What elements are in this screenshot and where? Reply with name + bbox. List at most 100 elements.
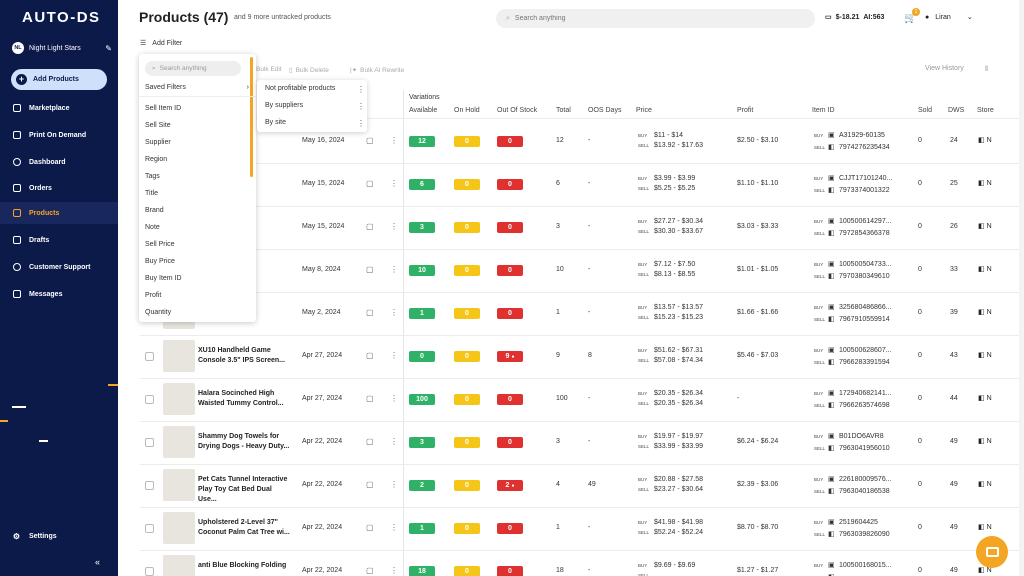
add-filter-button[interactable]: ☰ Add Filter [140,39,182,48]
product-thumbnail[interactable] [163,555,195,576]
note-icon[interactable]: ▢ [366,179,374,188]
bulk-ai-rewrite-button[interactable]: |✦ Bulk AI Rewrite [350,66,404,75]
sell-item-id[interactable]: 7970380349610 [839,273,890,280]
sidebar-item-dashboard[interactable]: Dashboard [0,151,118,173]
row-checkbox[interactable] [145,438,154,447]
filter-option[interactable]: Sell Site [145,122,171,129]
sell-item-id[interactable]: 7963040186538 [839,488,890,495]
filter-option[interactable]: Quantity [145,309,171,316]
global-search[interactable]: ⌕ [496,9,815,28]
row-checkbox[interactable] [145,395,154,404]
buy-item-id[interactable]: 325680486866... [839,304,892,311]
note-icon[interactable]: ▢ [366,351,374,360]
saved-filter-item[interactable]: Not profitable products [265,85,335,92]
more-icon[interactable]: ⋮ [390,308,398,317]
bulk-edit-button[interactable]: Bulk Edit [256,66,282,73]
note-icon[interactable]: ▢ [366,265,374,274]
table-row[interactable]: Pet Cats Tunnel Interactive Play Toy Cat… [140,464,1024,507]
col-oos-days[interactable]: OOS Days [588,107,621,114]
saved-filters-item[interactable]: Saved Filters › [145,84,249,91]
note-icon[interactable]: ▢ [366,308,374,317]
note-icon[interactable]: ▢ [366,523,374,532]
buy-item-id[interactable]: 172940682141... [839,390,892,397]
page-scrollbar[interactable] [1019,0,1024,576]
col-item-id[interactable]: Item ID [812,107,835,114]
product-name[interactable]: Shammy Dog Towels for Drying Dogs - Heav… [198,432,292,452]
sell-item-id[interactable]: 7974276235434 [839,144,890,151]
more-icon[interactable]: ⋮ [390,265,398,274]
table-row[interactable]: Upholstered 2-Level 37" Coconut Palm Cat… [140,507,1024,550]
user-menu[interactable]: ● Liran ⌄ [925,13,973,22]
note-icon[interactable]: ▢ [366,394,374,403]
product-thumbnail[interactable] [163,469,195,501]
buy-item-id[interactable]: B01DO6AVR8 [839,433,884,440]
product-thumbnail[interactable] [163,383,195,415]
col-sold[interactable]: Sold [918,107,932,114]
more-icon[interactable]: ⋮ [357,119,365,128]
filter-scrollbar[interactable] [250,57,253,177]
note-icon[interactable]: ▢ [366,222,374,231]
columns-icon[interactable]: ⦀ [985,66,988,74]
sell-item-id[interactable]: 7972854366378 [839,230,890,237]
untracked-link[interactable]: and 9 more untracked products [234,14,331,21]
note-icon[interactable]: ▢ [366,437,374,446]
sidebar-item-products[interactable]: Products [0,202,118,224]
table-row[interactable]: XU10 Handheld Game Console 3.5" IPS Scre… [140,335,1024,378]
table-row[interactable]: Shammy Dog Towels for Drying Dogs - Heav… [140,421,1024,464]
sidebar-item-drafts[interactable]: Drafts [0,229,118,251]
note-icon[interactable]: ▢ [366,480,374,489]
pencil-icon[interactable]: ✎ [105,44,112,53]
sell-item-id[interactable]: 7963039826090 [839,531,890,538]
logo[interactable]: AUTO-DS [22,9,101,26]
collapse-sidebar-icon[interactable]: « [95,557,100,567]
product-name[interactable]: XU10 Handheld Game Console 3.5" IPS Scre… [198,346,292,366]
table-row[interactable]: anti Blue Blocking Folding Apr 22, 2024 … [140,550,1024,576]
buy-item-id[interactable]: A31929-60135 [839,132,885,139]
more-icon[interactable]: ⋮ [357,85,365,94]
col-out-of-stock[interactable]: Out Of Stock [497,107,537,114]
filter-option[interactable]: Sell Item ID [145,105,181,112]
buy-item-id[interactable]: 100500614297... [839,218,892,225]
sidebar-item-marketplace[interactable]: Marketplace [0,97,118,119]
filter-option[interactable]: Note [145,224,160,231]
credits[interactable]: ▭ $-18.21 AI:563 [825,13,884,22]
note-icon[interactable]: ▢ [366,136,374,145]
col-dws[interactable]: DWS [948,107,964,114]
more-icon[interactable]: ⋮ [390,136,398,145]
more-icon[interactable]: ⋮ [390,351,398,360]
more-icon[interactable]: ⋮ [390,222,398,231]
product-name[interactable]: Pet Cats Tunnel Interactive Play Toy Cat… [198,475,292,505]
sell-item-id[interactable]: 7963041956010 [839,445,890,452]
sidebar-item-orders[interactable]: Orders [0,177,118,199]
row-checkbox[interactable] [145,352,154,361]
filter-search[interactable]: ⌕ Search anything [145,61,241,76]
buy-item-id[interactable]: 100500628607... [839,347,892,354]
saved-filter-item[interactable]: By site [265,119,286,126]
sell-item-id[interactable]: 7967910559914 [839,316,890,323]
sidebar-item-settings[interactable]: ⚙ Settings [0,525,118,547]
buy-item-id[interactable]: CJJT17101240... [839,175,892,182]
product-name[interactable]: anti Blue Blocking Folding [198,561,292,571]
filter-option[interactable]: Brand [145,207,164,214]
table-row[interactable]: rge PU age Bag... May 15, 2024 ▢ ⋮ 3 0 0… [140,206,1024,249]
sell-item-id[interactable]: 7966263574698 [839,402,890,409]
product-thumbnail[interactable] [163,512,195,544]
product-thumbnail[interactable] [163,426,195,458]
sidebar-item-customer-support[interactable]: Customer Support [0,256,118,278]
filter-option[interactable]: Buy Price [145,258,175,265]
col-available[interactable]: Available [409,107,437,114]
product-name[interactable]: Halara Socinched High Waisted Tummy Cont… [198,389,292,409]
product-name[interactable]: Upholstered 2-Level 37" Coconut Palm Cat… [198,518,292,538]
buy-item-id[interactable]: 226180009576... [839,476,892,483]
table-row[interactable]: Halara Socinched High Waisted Tummy Cont… [140,378,1024,421]
bulk-delete-button[interactable]: ▯ Bulk Delete [289,66,329,75]
more-icon[interactable]: ⋮ [390,394,398,403]
more-icon[interactable]: ⋮ [390,566,398,575]
product-thumbnail[interactable] [163,340,195,372]
filter-option[interactable]: Profit [145,292,161,299]
filter-option[interactable]: Title [145,190,158,197]
row-checkbox[interactable] [145,524,154,533]
col-price[interactable]: Price [636,107,652,114]
col-on-hold[interactable]: On Hold [454,107,480,114]
row-checkbox[interactable] [145,481,154,490]
